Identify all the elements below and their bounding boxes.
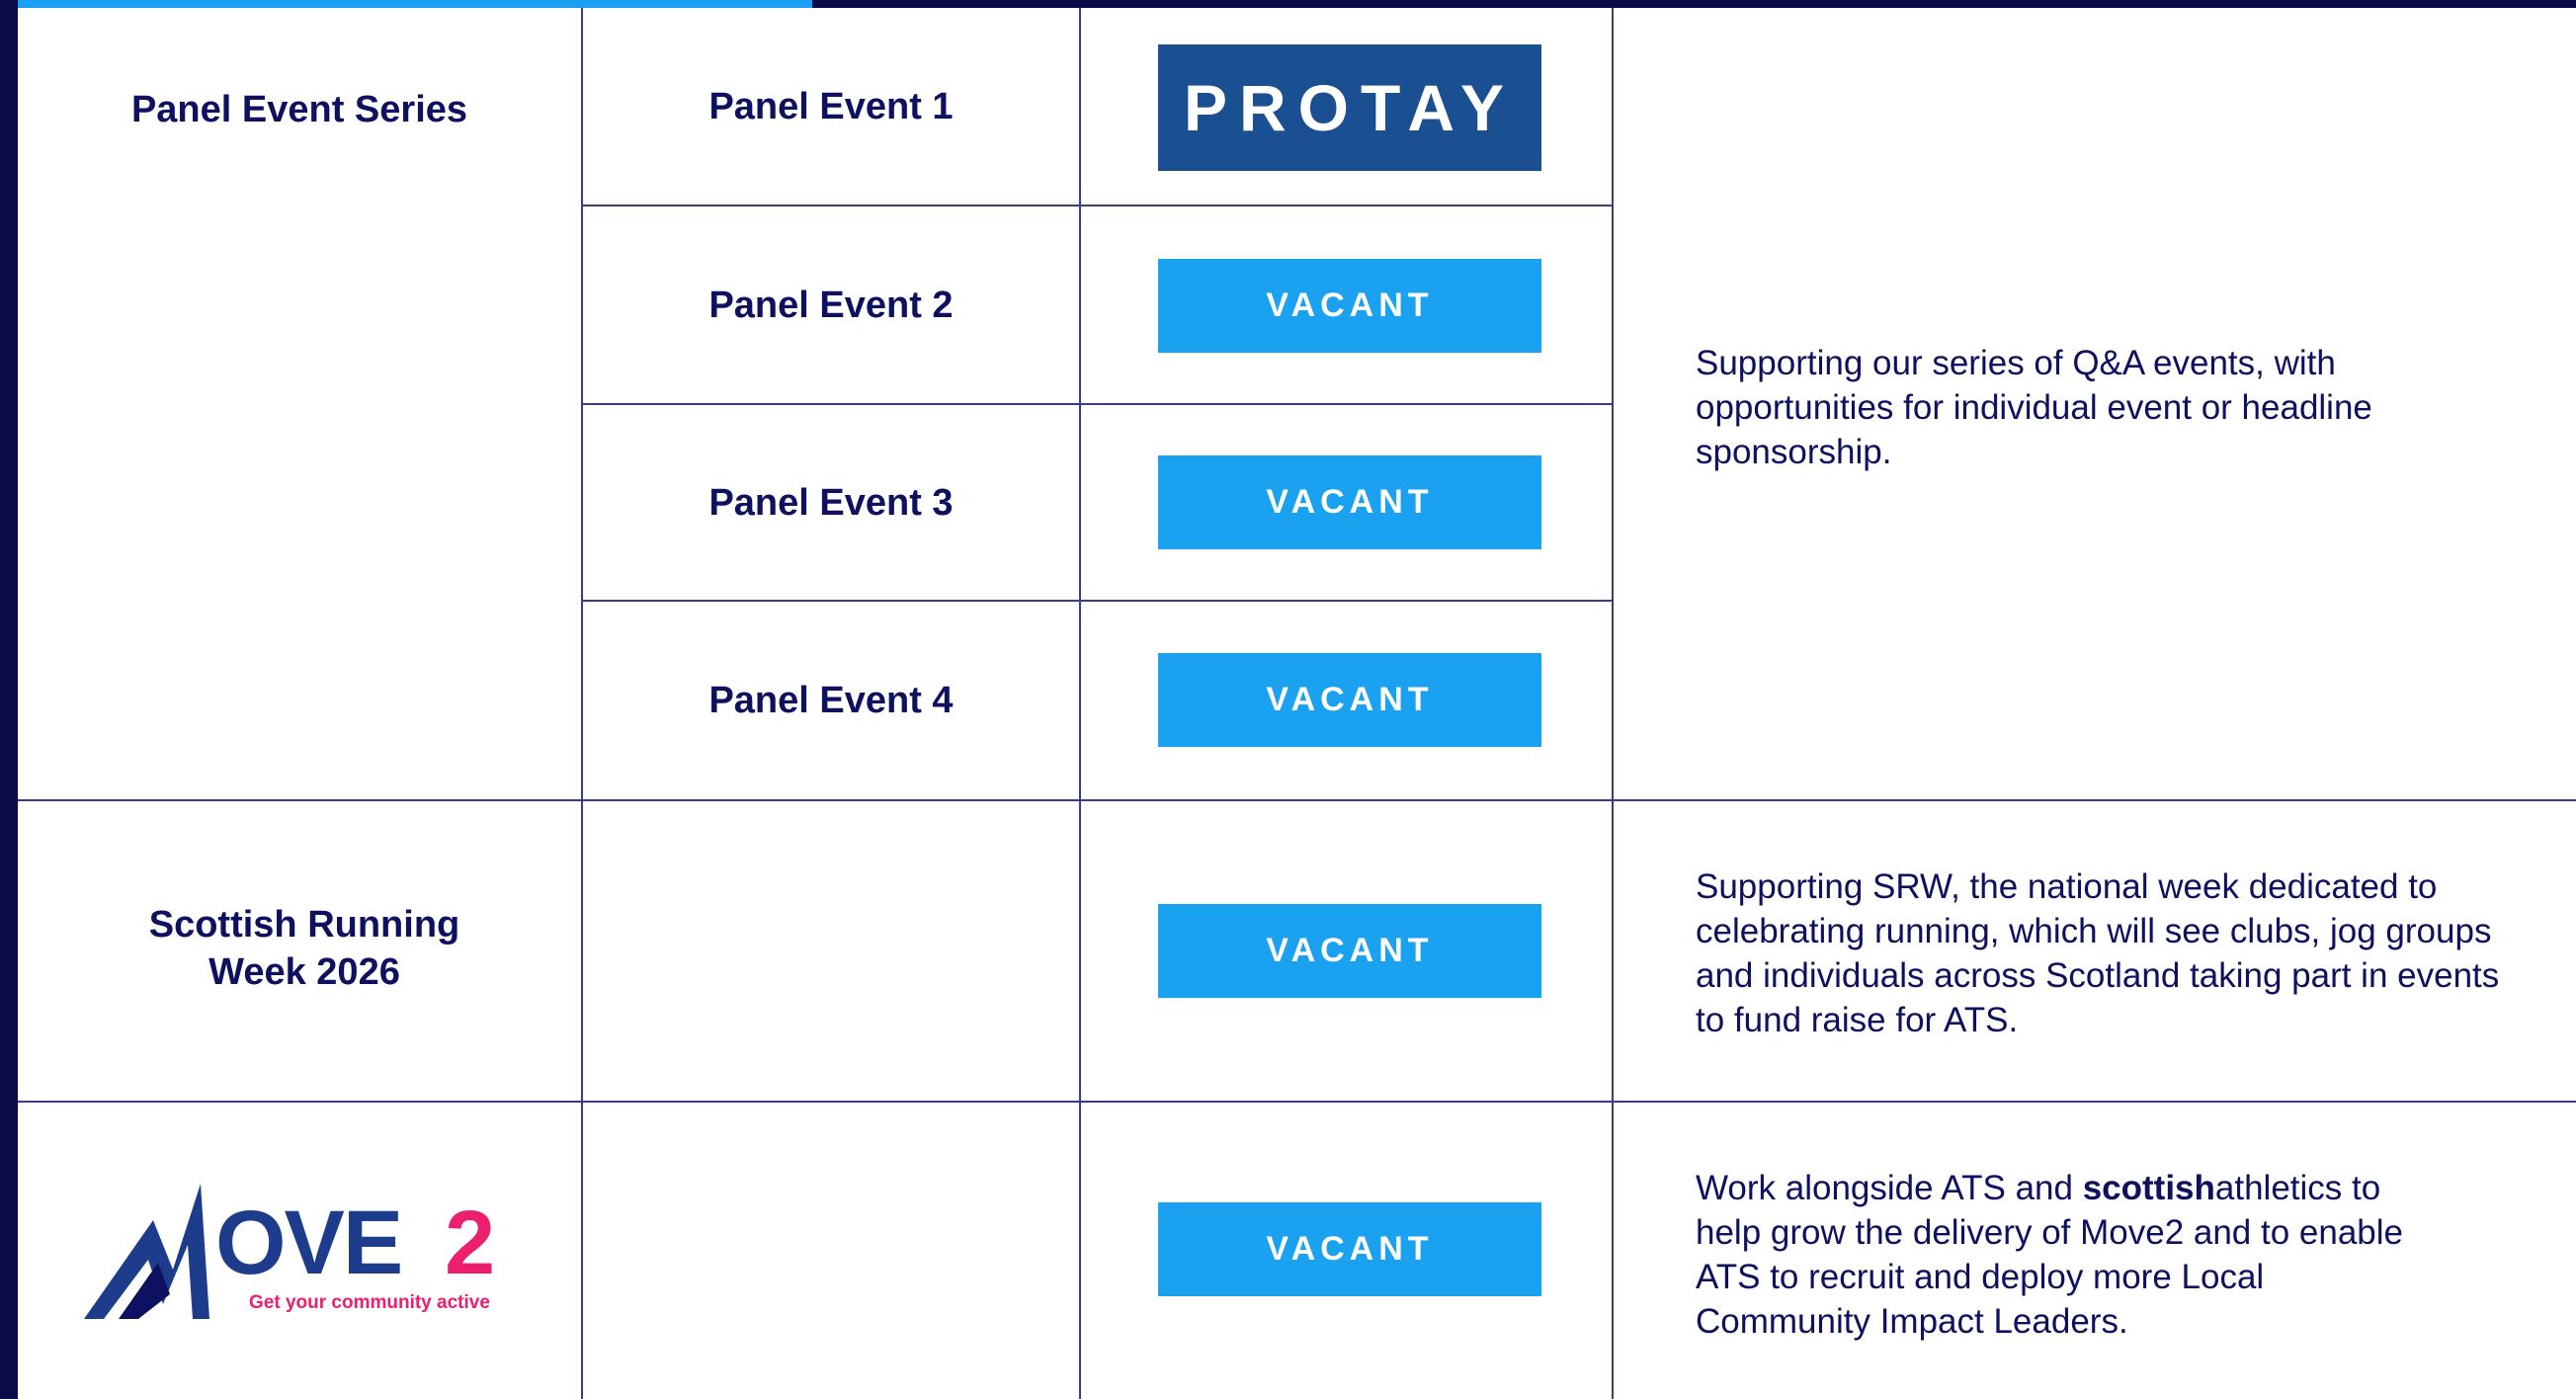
- panel-event-3-label: Panel Event 3: [708, 481, 954, 524]
- move2-description: Work alongside ATS and scottishathletics…: [1696, 1166, 2427, 1344]
- grid-hline: [18, 799, 2576, 801]
- srw-description: Supporting SRW, the national week dedica…: [1696, 867, 2500, 1039]
- panel-event-2-label: Panel Event 2: [708, 284, 954, 326]
- move2-logo: OVE 2 Get your community active: [79, 1176, 524, 1324]
- panel-event-1-label: Panel Event 1: [708, 85, 954, 127]
- move2-number: 2: [445, 1193, 496, 1293]
- grid-vline: [1612, 8, 1614, 1399]
- move2-description-pre: Work alongside ATS and: [1696, 1169, 2083, 1207]
- grid-hline: [18, 1101, 2576, 1103]
- left-border: [0, 0, 18, 1399]
- category-panel-event-series: Panel Event Series: [130, 89, 468, 130]
- vacant-slot-panel-event-4[interactable]: VACANT: [1158, 653, 1541, 747]
- vacant-slot-panel-event-2[interactable]: VACANT: [1158, 259, 1541, 353]
- grid-vline: [1079, 8, 1081, 1399]
- move2-wordmark: OVE: [215, 1193, 403, 1293]
- top-border-accent: [0, 0, 812, 8]
- move2-description-bold: scottish: [2082, 1169, 2215, 1207]
- move2-tagline: Get your community active: [249, 1292, 490, 1313]
- vacant-slot-panel-event-3[interactable]: VACANT: [1158, 455, 1541, 549]
- panel-event-4-label: Panel Event 4: [708, 680, 954, 721]
- vacant-slot-move2[interactable]: VACANT: [1158, 1202, 1541, 1296]
- category-scottish-running-week: Scottish Running Week 2026: [148, 904, 460, 993]
- panel-event-series-description: Supporting our series of Q&A events, wit…: [1696, 344, 2372, 471]
- vacant-slot-srw[interactable]: VACANT: [1158, 904, 1541, 998]
- protay-sponsor-logo: PROTAY: [1158, 44, 1541, 171]
